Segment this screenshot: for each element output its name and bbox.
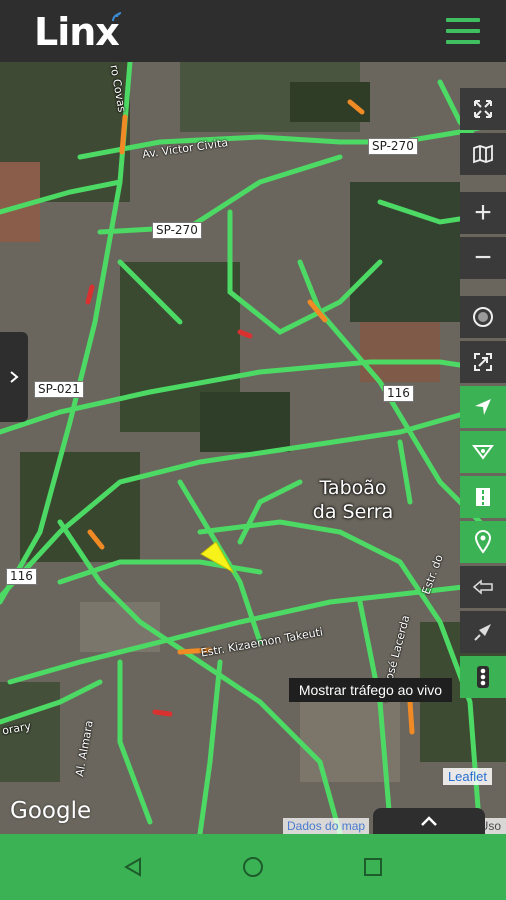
google-logo: Google bbox=[10, 798, 92, 824]
road-shield: SP-021 bbox=[34, 381, 84, 398]
route-icon bbox=[472, 445, 494, 460]
road-shield: SP-270 bbox=[152, 222, 202, 239]
target-button[interactable] bbox=[460, 296, 506, 338]
recents-button[interactable] bbox=[353, 847, 393, 887]
zoom-in-button[interactable]: + bbox=[460, 192, 506, 234]
zoom-out-button[interactable]: − bbox=[460, 237, 506, 279]
map-data-attribution[interactable]: Dados do map bbox=[283, 818, 370, 834]
navigation-arrow-icon bbox=[475, 399, 491, 415]
menu-button[interactable] bbox=[446, 18, 480, 44]
target-icon bbox=[473, 307, 493, 327]
map-tiles bbox=[0, 62, 506, 834]
map-layers-icon bbox=[473, 144, 493, 164]
back-triangle-icon bbox=[123, 857, 141, 877]
road-shield: SP-270 bbox=[368, 138, 418, 155]
rocket-button[interactable] bbox=[460, 611, 506, 653]
fullscreen-icon bbox=[474, 100, 492, 118]
leaflet-attribution[interactable]: Leaflet bbox=[442, 768, 492, 785]
side-panel-toggle[interactable] bbox=[0, 332, 28, 422]
location-pin-icon bbox=[474, 530, 492, 554]
app-header: Lin x bbox=[0, 0, 506, 62]
map-layers-button[interactable] bbox=[460, 133, 506, 175]
chevron-right-icon bbox=[10, 371, 19, 383]
fit-bounds-icon bbox=[474, 353, 492, 371]
traffic-tooltip: Mostrar tráfego ao vivo bbox=[288, 678, 452, 702]
map-toolbar: + − bbox=[460, 88, 506, 701]
navigation-button[interactable] bbox=[460, 386, 506, 428]
location-pin-button[interactable] bbox=[460, 521, 506, 563]
place-label: Taboão da Serra bbox=[312, 477, 394, 523]
recents-square-icon bbox=[364, 858, 382, 876]
road-button[interactable] bbox=[460, 476, 506, 518]
hamburger-icon bbox=[446, 18, 480, 22]
rocket-icon bbox=[474, 624, 491, 641]
back-button[interactable] bbox=[113, 847, 153, 887]
road-icon bbox=[476, 488, 490, 506]
fit-bounds-button[interactable] bbox=[460, 341, 506, 383]
traffic-button[interactable] bbox=[460, 656, 506, 698]
back-arrow-button[interactable] bbox=[460, 566, 506, 608]
zoom-in-icon: + bbox=[474, 196, 492, 229]
expand-panel-button[interactable] bbox=[373, 808, 485, 834]
home-circle-icon bbox=[243, 857, 263, 877]
logo-text: Lin bbox=[34, 10, 96, 54]
map[interactable]: SP-270 SP-270 SP-021 116 116 Taboão da S… bbox=[0, 62, 506, 834]
back-arrow-icon bbox=[472, 579, 493, 595]
system-nav-bar bbox=[0, 834, 506, 900]
fullscreen-button[interactable] bbox=[460, 88, 506, 130]
traffic-light-icon bbox=[477, 666, 489, 688]
road-shield: 116 bbox=[383, 385, 414, 402]
route-button[interactable] bbox=[460, 431, 506, 473]
linx-logo: Lin x bbox=[34, 10, 122, 54]
chevron-up-icon bbox=[421, 816, 437, 826]
home-button[interactable] bbox=[233, 847, 273, 887]
signal-waves-icon bbox=[112, 12, 122, 22]
zoom-out-icon: − bbox=[474, 241, 492, 274]
road-shield: 116 bbox=[6, 568, 37, 585]
